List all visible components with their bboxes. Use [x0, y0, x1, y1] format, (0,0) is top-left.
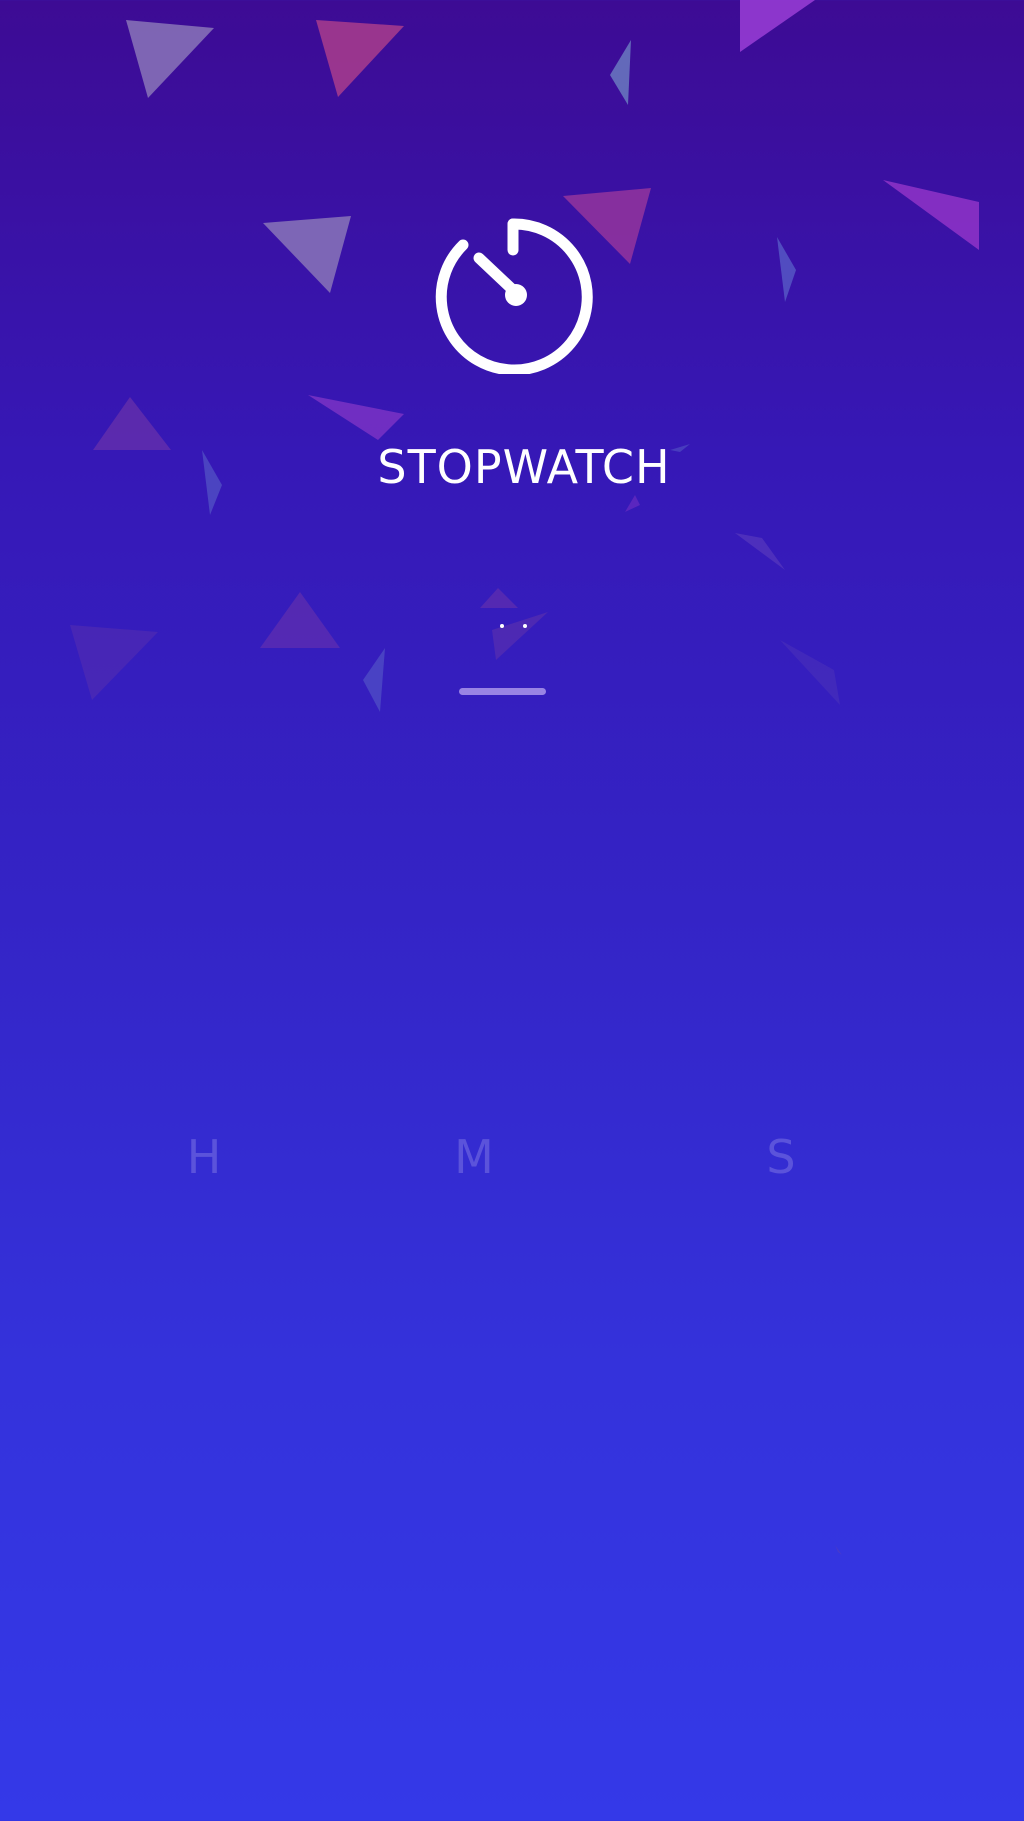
stopwatch-icon	[435, 218, 593, 374]
confetti-piece	[610, 40, 631, 105]
minutes-label: M	[454, 1130, 494, 1184]
confetti-piece	[735, 533, 785, 570]
loading-bar	[459, 688, 546, 695]
confetti-piece	[480, 588, 518, 608]
confetti-piece	[308, 395, 404, 440]
confetti-piece	[883, 180, 979, 250]
loading-dot	[500, 624, 504, 628]
hours-label: H	[186, 1130, 222, 1184]
confetti-piece	[260, 592, 340, 648]
confetti-piece	[316, 20, 404, 97]
confetti-piece	[740, 0, 815, 52]
confetti-piece	[777, 237, 796, 302]
confetti-piece	[625, 495, 640, 512]
seconds-label: S	[766, 1130, 796, 1184]
app-title: STOPWATCH	[377, 440, 671, 494]
confetti-piece	[363, 648, 385, 712]
confetti-piece	[126, 20, 214, 98]
confetti-piece	[263, 216, 351, 293]
loading-dot	[523, 624, 527, 628]
confetti-piece	[70, 625, 158, 700]
confetti-piece	[835, 1545, 842, 1555]
confetti-piece	[780, 640, 840, 705]
confetti-piece	[492, 612, 548, 660]
loading-indicator	[498, 622, 530, 630]
